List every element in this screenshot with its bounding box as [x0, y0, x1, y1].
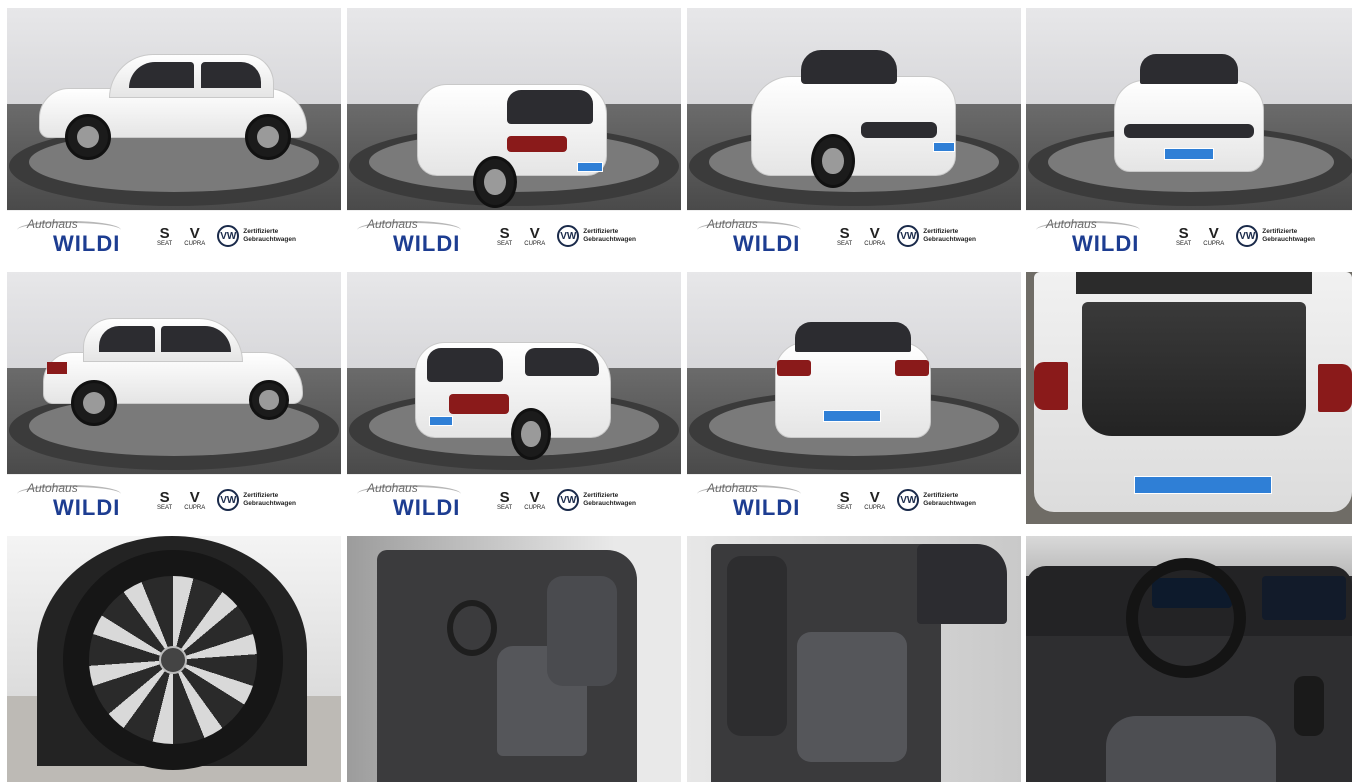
car-side-view-right: [43, 312, 307, 426]
gallery-photo-side-right[interactable]: Autohaus WILDI S SEAT V CUPRA VW Zertifizierte…: [7, 272, 341, 524]
gallery-photo-rear-three-quarter-left[interactable]: Autohaus WILDI S SEAT V CUPRA VW Zertifizierte…: [347, 8, 681, 260]
car-front-view: [1114, 50, 1264, 180]
gear-shifter: [1294, 676, 1324, 736]
license-plate: [1134, 476, 1272, 494]
taillight-right: [1318, 364, 1352, 412]
trunk-cargo-area: [1082, 302, 1306, 436]
taillight-left: [1034, 362, 1068, 410]
car-rear-quarter-view: [417, 46, 617, 208]
infotainment-screen: [1262, 576, 1346, 620]
gallery-photo-wheel-closeup[interactable]: [7, 536, 341, 782]
autohaus-wildi-logo: Autohaus WILDI: [17, 215, 129, 257]
wheel-hub-vw-icon: [159, 646, 187, 674]
gallery-photo-rear[interactable]: Autohaus WILDI S SEAT V CUPRA VW Zertifizierte…: [687, 272, 1021, 524]
steering-wheel-icon: [1126, 558, 1246, 678]
gallery-photo-rear-three-quarter-right[interactable]: Autohaus WILDI S SEAT V CUPRA VW Zertifizierte…: [347, 272, 681, 524]
dealer-banner: Autohaus WILDI S SEAT V CUPRA VW Zertifizie…: [7, 210, 341, 260]
vw-certified-logo: VW Zertifizierte Gebrauchtwagen: [217, 225, 296, 247]
passenger-seat: [547, 576, 617, 686]
gallery-photo-trunk-open[interactable]: [1026, 272, 1352, 524]
car-front-quarter-view: [751, 46, 961, 196]
gallery-photo-side-left[interactable]: Autohaus WILDI S SEAT V CUPRA VW Zertifizie…: [7, 8, 341, 260]
rear-bench-seat: [797, 632, 907, 762]
gallery-photo-front-three-quarter-right[interactable]: Autohaus WILDI S SEAT V CUPRA VW Zertifizierte…: [687, 8, 1021, 260]
gallery-photo-rear-seats[interactable]: [687, 536, 1021, 782]
trunk-lid: [1076, 272, 1312, 294]
car-rear-quarter-view-right: [415, 308, 615, 460]
car-side-view: [39, 48, 309, 160]
seat-cushion: [1106, 716, 1276, 782]
seat-logo: S SEAT: [157, 224, 173, 247]
photo-gallery-grid: Autohaus WILDI S SEAT V CUPRA VW Zertifizie…: [7, 8, 1352, 782]
steering-wheel-icon: [447, 600, 497, 656]
gallery-photo-cockpit[interactable]: [1026, 536, 1352, 782]
gallery-photo-front[interactable]: Autohaus WILDI S SEAT V CUPRA VW Zertifizierte…: [1026, 8, 1352, 260]
cupra-logo: V CUPRA: [184, 224, 206, 247]
car-rear-view: [775, 312, 935, 442]
gallery-photo-front-seats[interactable]: [347, 536, 681, 782]
rear-window: [917, 544, 1007, 624]
front-seat-back: [727, 556, 787, 736]
